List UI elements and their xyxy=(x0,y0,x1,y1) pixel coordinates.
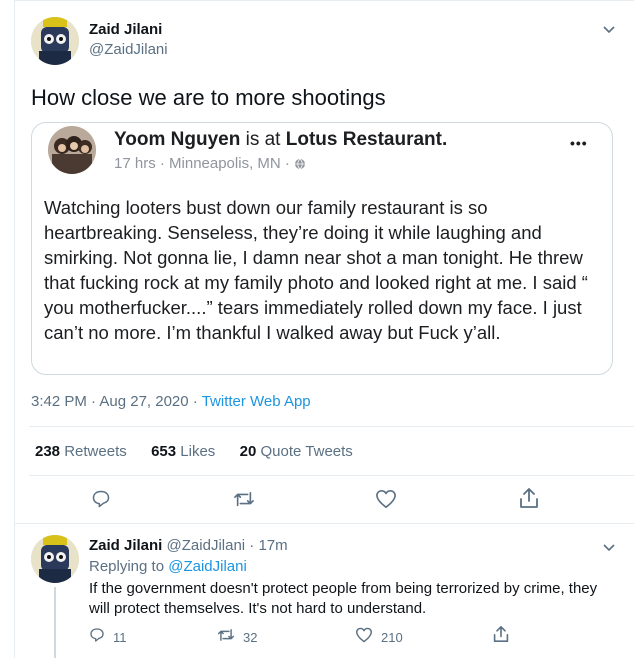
post-header: Yoom Nguyen is at Lotus Restaurant. xyxy=(114,129,447,151)
likes-label: Likes xyxy=(180,443,216,460)
globe-icon xyxy=(294,157,306,174)
divider xyxy=(15,523,634,524)
divider xyxy=(29,426,634,427)
post-body: Watching looters bust down our family re… xyxy=(44,197,588,343)
reply-icon[interactable] xyxy=(91,489,111,514)
quotes-count: 20 xyxy=(239,443,257,460)
reply-icon xyxy=(89,627,105,648)
chevron-down-icon[interactable] xyxy=(601,539,617,558)
author-handle[interactable]: @ZaidJilani xyxy=(89,41,168,58)
quotes-stat[interactable]: 20 Quote Tweets xyxy=(240,443,353,460)
post-is-at: is at xyxy=(245,129,281,150)
reply-author-avatar[interactable] xyxy=(31,535,79,583)
post-meta: 17 hrs · Minneapolis, MN · xyxy=(114,155,306,174)
retweets-count: 238 xyxy=(35,443,61,460)
timestamp-text[interactable]: 3:42 PM · Aug 27, 2020 · xyxy=(31,393,198,410)
reply-author-name[interactable]: Zaid Jilani xyxy=(89,537,162,554)
reply-retweet-action[interactable]: 32 xyxy=(217,627,257,648)
like-icon[interactable] xyxy=(375,489,397,514)
share-icon xyxy=(493,626,509,647)
tweet-stats: 238 Retweets 653 Likes 20 Quote Tweets xyxy=(35,443,353,460)
like-icon xyxy=(355,627,373,648)
quotes-label: Quote Tweets xyxy=(260,443,353,460)
retweet-icon xyxy=(217,627,235,648)
tweet-text: How close we are to more shootings xyxy=(31,85,386,110)
reply-share-action[interactable] xyxy=(493,625,509,648)
post-author-avatar xyxy=(48,126,96,174)
reply-count: 11 xyxy=(113,630,127,645)
like-count: 210 xyxy=(381,630,403,645)
replying-label: Replying to xyxy=(89,558,165,575)
reply-like-action[interactable]: 210 xyxy=(355,627,403,648)
reply-reply-action[interactable]: 11 xyxy=(89,627,127,648)
post-author-name[interactable]: Yoom Nguyen xyxy=(114,129,240,150)
share-icon[interactable] xyxy=(519,487,539,514)
chevron-down-icon[interactable] xyxy=(601,21,617,40)
likes-count: 653 xyxy=(151,443,177,460)
retweets-label: Retweets xyxy=(64,443,127,460)
post-place[interactable]: Lotus Restaurant. xyxy=(286,129,448,150)
post-meta-text: 17 hrs · Minneapolis, MN · xyxy=(114,155,290,172)
tweet-timestamp: 3:42 PM · Aug 27, 2020 · Twitter Web App xyxy=(31,393,311,410)
likes-stat[interactable]: 653 Likes xyxy=(151,443,215,460)
source-link[interactable]: Twitter Web App xyxy=(202,393,311,410)
post-more-icon[interactable]: ••• xyxy=(570,135,588,151)
reply-author-handle[interactable]: @ZaidJilani · 17m xyxy=(167,537,288,554)
author-avatar[interactable] xyxy=(31,17,79,65)
retweet-count: 32 xyxy=(243,630,258,645)
retweet-icon[interactable] xyxy=(233,489,255,514)
replying-handle-link[interactable]: @ZaidJilani xyxy=(168,558,247,575)
divider xyxy=(29,475,634,476)
author-name[interactable]: Zaid Jilani xyxy=(89,21,162,38)
timeline-frame: Zaid Jilani @ZaidJilani How close we are… xyxy=(14,0,634,658)
reply-header: Zaid Jilani @ZaidJilani · 17m xyxy=(89,537,288,554)
retweets-stat[interactable]: 238 Retweets xyxy=(35,443,127,460)
reply-text: If the government doesn't protect people… xyxy=(89,580,598,617)
replying-to: Replying to @ZaidJilani xyxy=(89,558,247,575)
embedded-post-card[interactable]: Yoom Nguyen is at Lotus Restaurant. 17 h… xyxy=(31,122,613,375)
thread-line xyxy=(54,587,56,658)
